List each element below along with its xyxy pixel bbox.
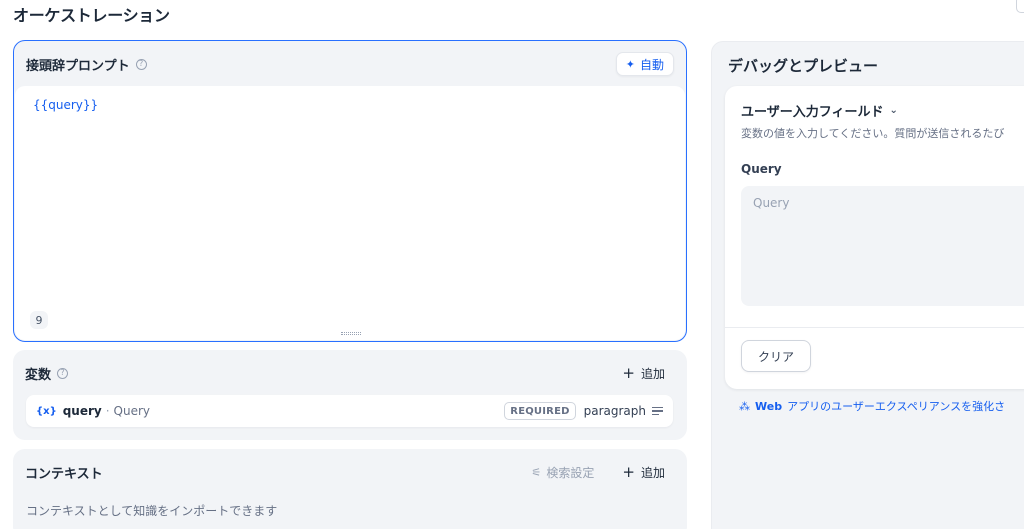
variable-type: paragraph <box>583 404 646 418</box>
page-title: オーケストレーション <box>13 6 170 25</box>
variable-key: query <box>62 404 102 418</box>
enhance-link-label: アプリのユーザーエクスペリアンスを強化さ <box>787 400 1006 413</box>
clear-button[interactable]: クリア <box>741 340 812 372</box>
add-context-button[interactable]: + 追加 <box>612 460 675 485</box>
sparkle-icon: ✦ <box>625 57 635 71</box>
divider <box>725 327 1024 328</box>
variables-title: 変数 <box>25 367 52 383</box>
add-variable-button[interactable]: + 追加 <box>612 361 675 386</box>
context-header: コンテキスト ⚟ 検索設定 + 追加 <box>13 449 687 495</box>
settings-sliders-icon: ⚟ <box>531 465 542 479</box>
query-input[interactable]: Query <box>741 186 1024 306</box>
variables-card: 変数 ? + 追加 {x} query · Query REQUIRED par… <box>13 350 687 440</box>
question-circle-icon[interactable]: ? <box>57 367 69 379</box>
query-field-label: Query <box>741 162 782 176</box>
add-context-label: 追加 <box>640 465 665 480</box>
required-badge: REQUIRED <box>504 402 576 420</box>
add-variable-label: 追加 <box>640 366 665 381</box>
user-input-card: ユーザー入力フィールド ⌄ 変数の値を入力してください。質問が送信されるたび Q… <box>725 86 1024 389</box>
debug-preview-panel: デバッグとプレビュー ユーザー入力フィールド ⌄ 変数の値を入力してください。質… <box>711 41 1024 529</box>
plus-icon: + <box>622 363 635 382</box>
debug-title: デバッグとプレビュー <box>728 57 879 75</box>
context-card: コンテキスト ⚟ 検索設定 + 追加 コンテキストとして知識をインポートできます <box>13 449 687 529</box>
context-description: コンテキストとして知識をインポートできます <box>26 504 278 518</box>
question-circle-icon[interactable]: ? <box>135 58 147 70</box>
enhance-experience-link[interactable]: ⁂ Web アプリのユーザーエクスペリアンスを強化さ <box>739 398 1005 414</box>
user-input-toggle[interactable]: ユーザー入力フィールド ⌄ <box>741 101 898 120</box>
apps-icon: ⁂ <box>739 399 750 413</box>
prompt-title: 接頭辞プロンプト <box>26 58 130 74</box>
user-input-description: 変数の値を入力してください。質問が送信されるたび <box>741 127 1005 140</box>
panel-toggle-button[interactable] <box>1016 0 1024 13</box>
resize-handle[interactable] <box>341 332 361 335</box>
prompt-card: 接頭辞プロンプト ? ✦ 自動 {{query}} 9 <box>13 40 687 342</box>
retrieval-settings-label: 検索設定 <box>546 465 595 480</box>
plus-icon: + <box>622 462 635 481</box>
auto-generate-button[interactable]: ✦ 自動 <box>615 52 674 76</box>
prompt-text[interactable]: {{query}} <box>33 98 98 112</box>
user-input-title: ユーザー入力フィールド <box>741 105 884 120</box>
char-count-badge: 9 <box>30 311 48 329</box>
chevron-down-icon: ⌄ <box>889 105 898 116</box>
retrieval-settings-button[interactable]: ⚟ 検索設定 <box>524 460 603 485</box>
context-title: コンテキスト <box>25 466 103 482</box>
auto-button-label: 自動 <box>639 57 664 72</box>
paragraph-icon <box>652 405 663 418</box>
variable-icon: {x} <box>36 405 57 417</box>
enhance-web-label: Web <box>755 399 783 413</box>
prompt-editor[interactable]: {{query}} 9 <box>15 86 685 340</box>
variable-name: Query <box>113 404 151 418</box>
variable-separator: · <box>105 404 110 418</box>
prompt-header: 接頭辞プロンプト ? ✦ 自動 <box>14 41 686 87</box>
variable-row[interactable]: {x} query · Query REQUIRED paragraph <box>26 395 673 427</box>
variables-header: 変数 ? + 追加 <box>13 350 687 396</box>
